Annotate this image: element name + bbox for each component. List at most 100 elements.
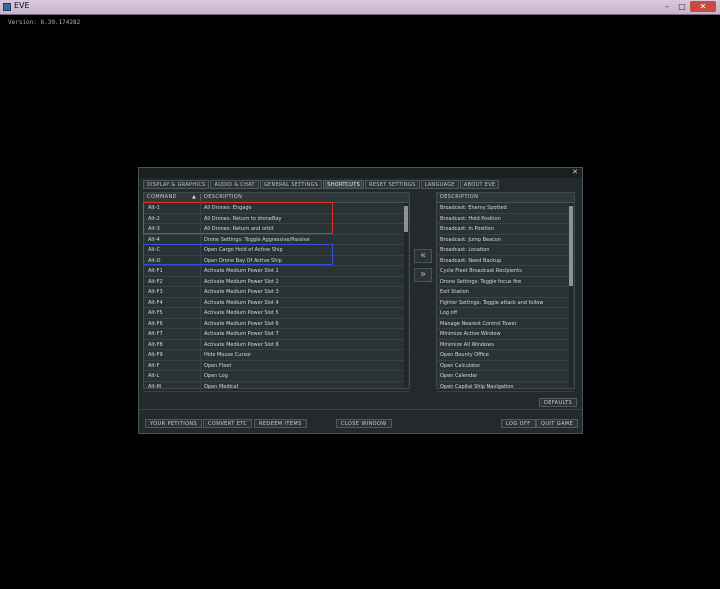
table-row[interactable]: Alt-F Open Fleet: [144, 360, 409, 371]
move-right-button[interactable]: »: [414, 268, 432, 282]
table-row[interactable]: Alt-M Open Medical: [144, 381, 409, 392]
description-column-header[interactable]: DESCRIPTION: [204, 193, 242, 202]
command-cell: Alt-F2: [148, 278, 163, 285]
window-titlebar[interactable]: EVE – □ ✕: [0, 0, 720, 15]
table-row[interactable]: Alt-F1 Activate Medium Power Slot 1: [144, 266, 409, 277]
command-column-header[interactable]: COMMAND: [147, 193, 177, 202]
list-item[interactable]: Broadcast: Location: [437, 245, 574, 256]
table-row[interactable]: Alt-F4 Activate Medium Power Slot 4: [144, 297, 409, 308]
list-item[interactable]: Cycle Fleet Broadcast Recipients: [437, 266, 574, 277]
description-cell: Manage Nearest Control Tower: [440, 320, 517, 327]
list-item[interactable]: Minimize Active Window: [437, 329, 574, 340]
list-item[interactable]: Log off: [437, 308, 574, 319]
description-cell: Activate Medium Power Slot 2: [204, 278, 279, 285]
sort-arrow-icon[interactable]: ▲: [192, 193, 196, 202]
description-cell: Activate Medium Power Slot 4: [204, 299, 279, 306]
list-item[interactable]: Broadcast: Jump Beacon: [437, 235, 574, 245]
unassigned-table-header: DESCRIPTION: [437, 193, 574, 203]
command-cell: Alt-M: [148, 383, 161, 390]
settings-header[interactable]: ✕: [139, 168, 582, 178]
command-cell: Alt-4: [148, 236, 160, 243]
defaults-button[interactable]: DEFAULTS: [539, 398, 578, 407]
description-cell: Minimize Active Window: [440, 331, 501, 337]
tab-language[interactable]: LANGUAGE: [420, 180, 459, 189]
table-row[interactable]: Alt-F9 Hide Mouse Cursor: [144, 350, 409, 361]
tab-audio-chat[interactable]: AUDIO & CHAT: [210, 180, 259, 189]
description-cell: Drone Settings: Toggle Aggressive/Passiv…: [204, 236, 310, 243]
your-petitions-button[interactable]: YOUR PETITIONS: [145, 419, 203, 428]
description-cell: Open Bounty Office: [440, 352, 489, 358]
description-cell: Minimize All Windows: [440, 341, 494, 348]
list-item[interactable]: Broadcast: Need Backup: [437, 256, 574, 266]
table-row[interactable]: Alt-F3 Activate Medium Power Slot 3: [144, 287, 409, 298]
list-item[interactable]: Manage Nearest Control Tower: [437, 319, 574, 329]
list-item[interactable]: Open Calendar: [437, 371, 574, 382]
footer-divider: [139, 409, 582, 410]
description-cell: Exit Station: [440, 289, 469, 295]
minimize-button[interactable]: –: [660, 1, 674, 12]
list-item[interactable]: Drone Settings: Toggle focus fire: [437, 277, 574, 287]
table-row[interactable]: Alt-F2 Activate Medium Power Slot 2: [144, 276, 409, 287]
close-window-button[interactable]: ✕: [690, 1, 716, 12]
command-cell: Alt-F: [148, 362, 160, 369]
description-cell: Open Calculator: [440, 362, 481, 369]
list-item[interactable]: Open Bounty Office: [437, 350, 574, 361]
command-cell: Alt-F9: [148, 352, 163, 358]
command-cell: Alt-F7: [148, 331, 163, 337]
description-cell: Drone Settings: Toggle focus fire: [440, 278, 522, 285]
tab-reset-settings[interactable]: RESET SETTINGS: [365, 180, 420, 189]
tab-shortcuts[interactable]: SHORTCUTS: [323, 180, 365, 189]
version-label: Version: 6.30.174282: [8, 19, 81, 26]
settings-tabs: DISPLAY & GRAPHICS AUDIO & CHAT GENERAL …: [143, 180, 500, 189]
scrollbar-thumb[interactable]: [569, 206, 573, 286]
blue-highlight-box: [143, 244, 333, 265]
unassigned-scrollbar[interactable]: [569, 203, 573, 388]
tab-display-graphics[interactable]: DISPLAY & GRAPHICS: [143, 180, 210, 189]
quit-game-button[interactable]: QUIT GAME: [536, 419, 579, 428]
maximize-button[interactable]: □: [675, 1, 689, 12]
scrollbar-thumb[interactable]: [404, 206, 408, 232]
description-cell: Activate Medium Power Slot 1: [204, 268, 279, 274]
list-item[interactable]: Broadcast: Hold Position: [437, 214, 574, 224]
shortcut-scrollbar[interactable]: [404, 203, 408, 388]
column-divider[interactable]: [200, 194, 201, 201]
description-cell: Activate Medium Power Slot 7: [204, 331, 279, 337]
list-item[interactable]: Minimize All Windows: [437, 340, 574, 350]
tab-general-settings[interactable]: GENERAL SETTINGS: [259, 180, 323, 189]
tab-about-eve[interactable]: ABOUT EVE: [459, 180, 500, 189]
description-cell: Fighter Settings: Toggle attack and foll…: [440, 299, 544, 306]
move-left-button[interactable]: «: [414, 249, 432, 263]
description-cell: Open Capital Ship Navigation: [440, 383, 514, 390]
unassigned-shortcut-table: DESCRIPTION Broadcast: Enemy Spotted Bro…: [436, 192, 575, 392]
table-row[interactable]: Alt-F8 Activate Medium Power Slot 8: [144, 339, 409, 350]
table-row[interactable]: Alt-L Open Log: [144, 371, 409, 382]
command-cell: Alt-F5: [148, 310, 163, 316]
redeem-items-button[interactable]: REDEEM ITEMS: [254, 419, 307, 428]
list-item[interactable]: Open Calculator: [437, 361, 574, 371]
list-item[interactable]: Fighter Settings: Toggle attack and foll…: [437, 298, 574, 308]
command-cell: Alt-F4: [148, 299, 163, 306]
log-off-button[interactable]: LOG OFF: [501, 419, 536, 428]
description-cell: Activate Medium Power Slot 6: [204, 320, 279, 327]
list-item[interactable]: Broadcast: Enemy Spotted: [437, 203, 574, 214]
convert-etc-button[interactable]: CONVERT ETC: [203, 419, 253, 428]
description-cell: Broadcast: Need Backup: [440, 257, 502, 264]
list-item[interactable]: Broadcast: In Position: [437, 224, 574, 235]
settings-close-icon[interactable]: ✕: [572, 168, 578, 176]
list-item[interactable]: Exit Station: [437, 287, 574, 298]
close-window-button[interactable]: CLOSE WINDOW: [336, 419, 392, 428]
description-cell: Activate Medium Power Slot 8: [204, 341, 279, 348]
description-cell: Broadcast: Enemy Spotted: [440, 205, 507, 211]
eve-app-icon: [3, 3, 11, 11]
description-column-header[interactable]: DESCRIPTION: [440, 193, 478, 202]
description-cell: Broadcast: Location: [440, 247, 490, 253]
window-title: EVE: [14, 1, 30, 10]
description-cell: Activate Medium Power Slot 5: [204, 310, 279, 316]
table-row[interactable]: Alt-F5 Activate Medium Power Slot 5: [144, 308, 409, 319]
description-cell: Open Calendar: [440, 373, 478, 379]
table-row[interactable]: Alt-F6 Activate Medium Power Slot 6: [144, 318, 409, 329]
description-cell: Open Fleet: [204, 362, 232, 369]
description-cell: Broadcast: Jump Beacon: [440, 236, 502, 243]
list-item[interactable]: Open Capital Ship Navigation: [437, 382, 574, 392]
table-row[interactable]: Alt-F7 Activate Medium Power Slot 7: [144, 329, 409, 340]
